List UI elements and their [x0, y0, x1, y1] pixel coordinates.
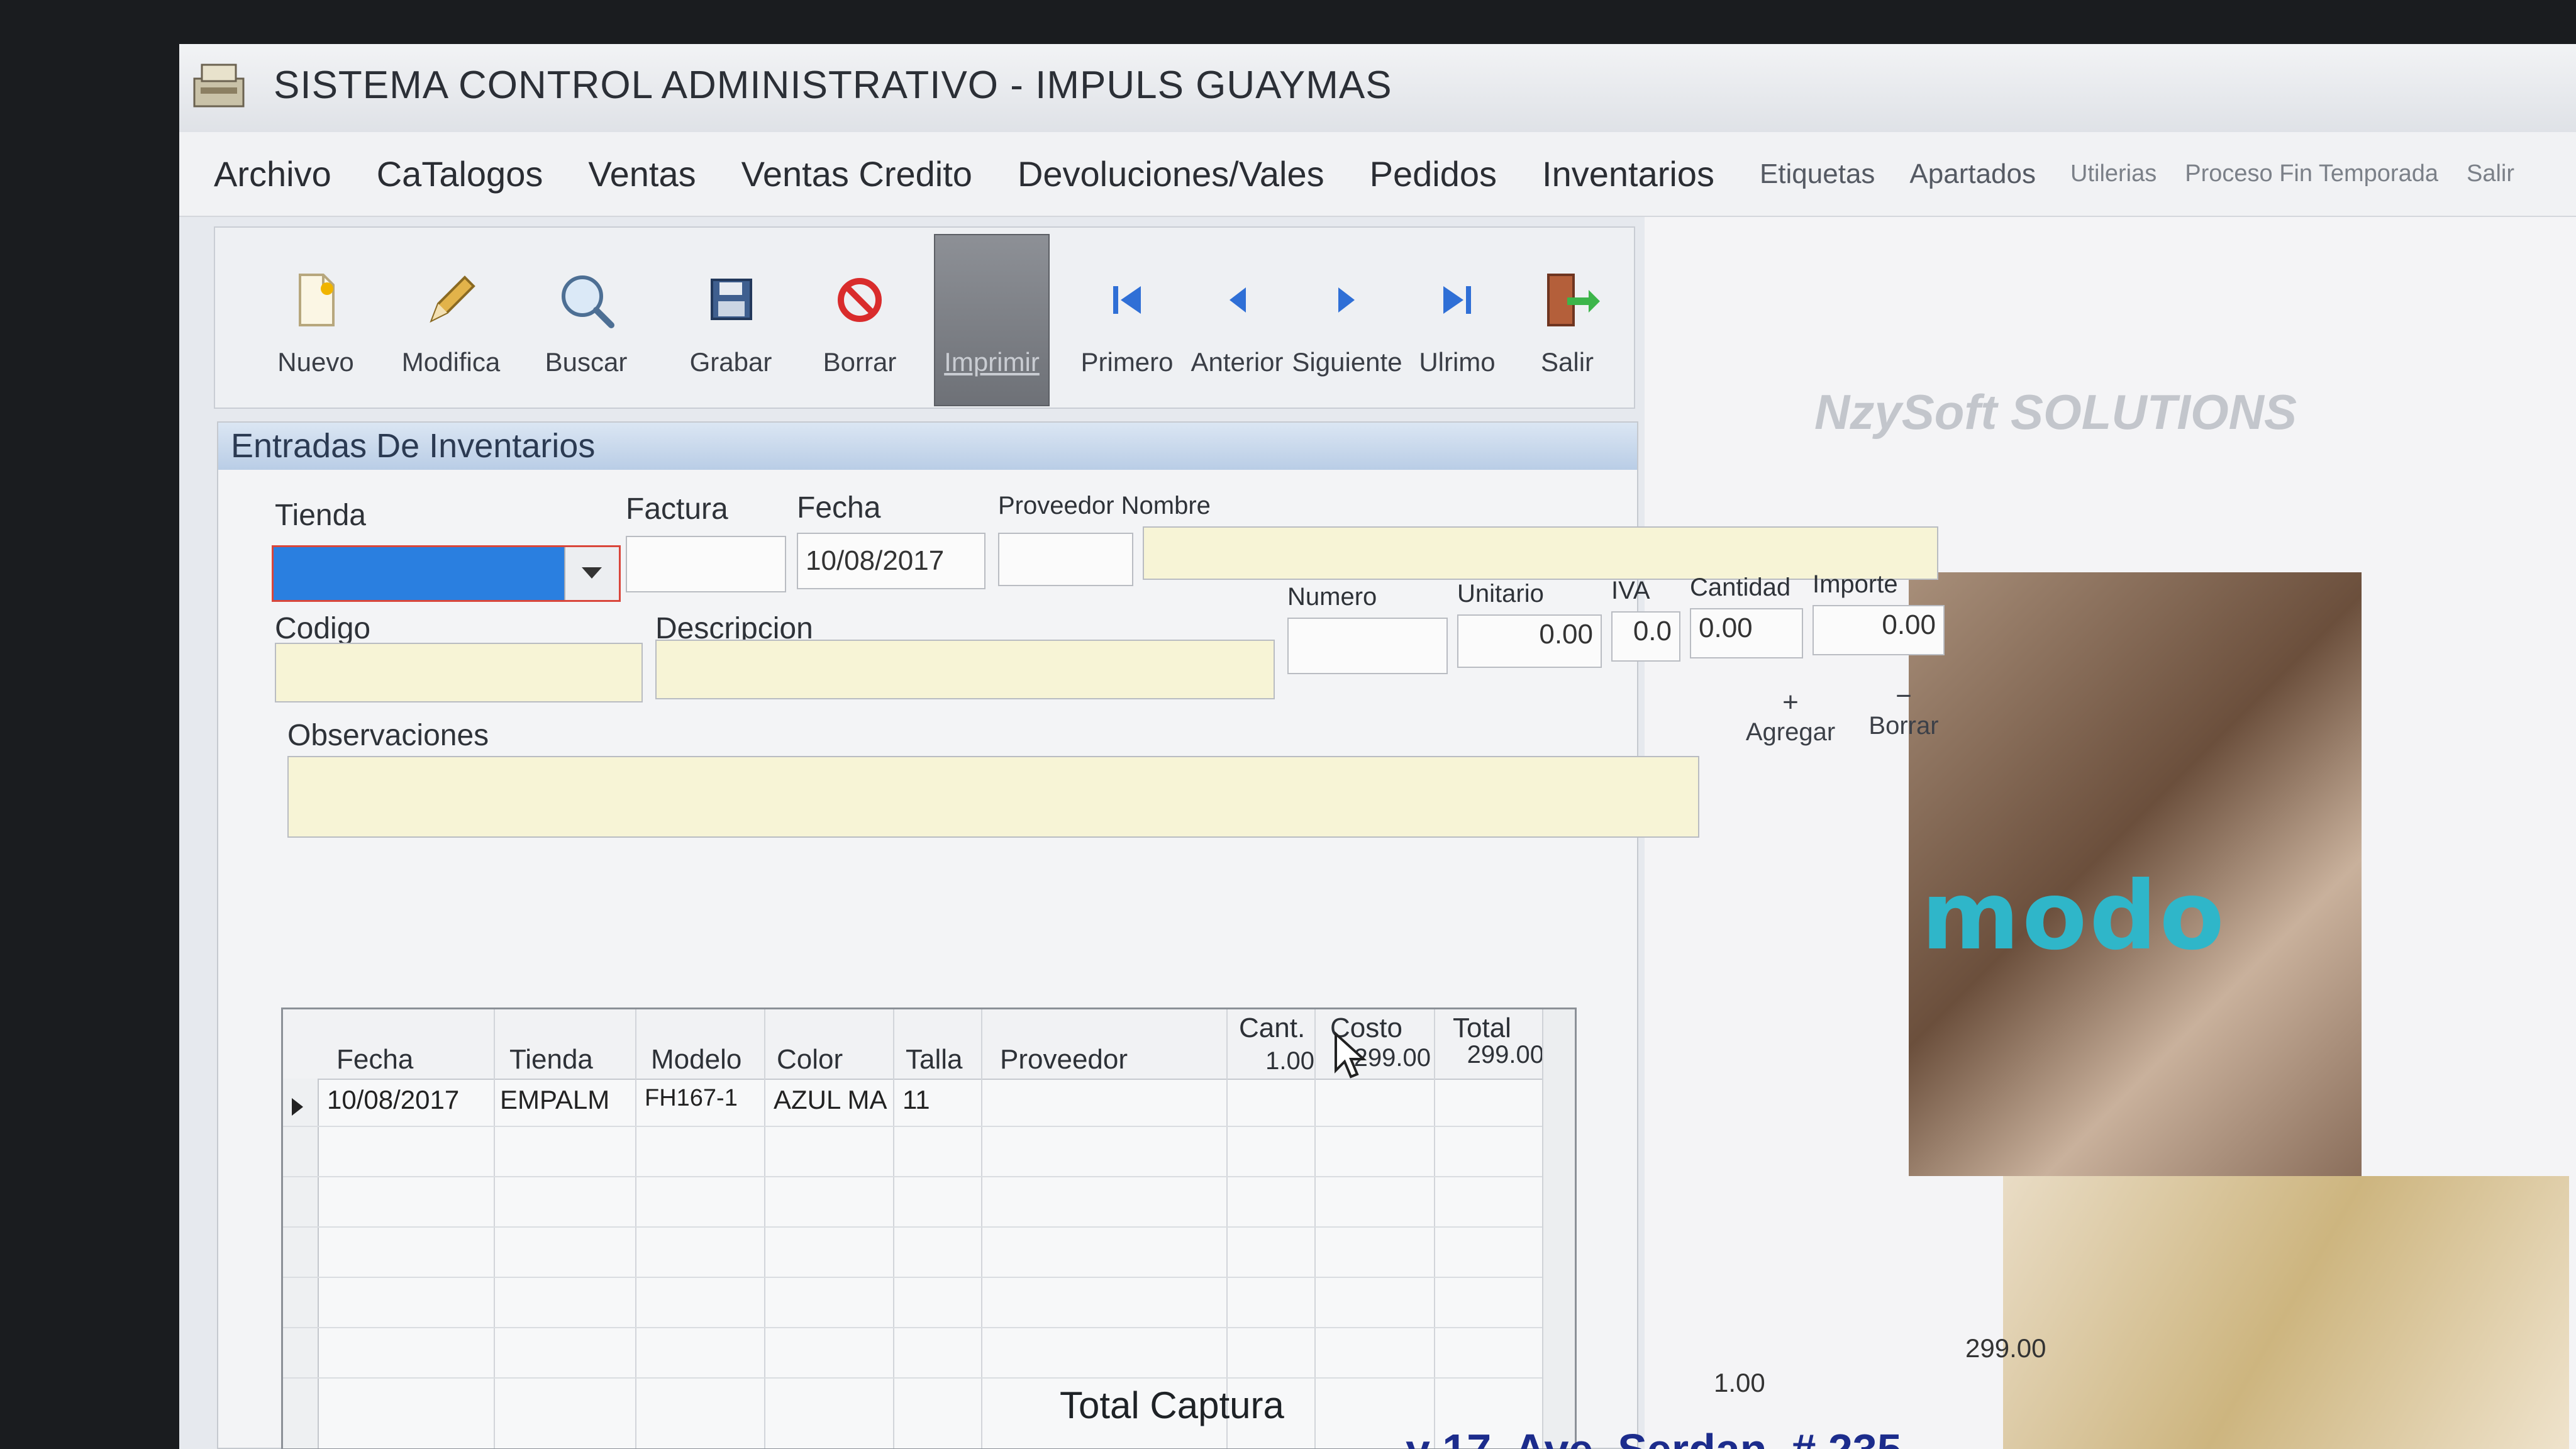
menu-catalogos[interactable]: CaTalogos [377, 153, 543, 194]
numero-field[interactable] [1287, 618, 1448, 674]
factura-field[interactable] [626, 536, 786, 592]
menu-utilerias[interactable]: Utilerias [2070, 160, 2157, 187]
plus-icon: + [1782, 687, 1799, 718]
cantidad-field[interactable]: 0.00 [1690, 608, 1803, 658]
tienda-label: Tienda [275, 499, 366, 532]
siguiente-button[interactable]: Siguiente [1284, 228, 1410, 410]
grid-vertical-scrollbar[interactable] [1542, 1009, 1575, 1448]
tienda-select[interactable] [272, 545, 621, 602]
proveedor-nombre-label: Proveedor Nombre [998, 492, 1211, 519]
delete-prohibited-icon [838, 278, 882, 322]
col-cant[interactable]: Cant. [1239, 1013, 1305, 1044]
total-importe: 299.00 [1965, 1333, 2046, 1363]
fecha-field[interactable]: 10/08/2017 [797, 533, 985, 589]
menu-bar: Archivo CaTalogos Ventas Ventas Credito … [179, 132, 2576, 217]
codigo-field[interactable] [275, 643, 643, 702]
proveedor-field[interactable] [998, 533, 1133, 586]
inventory-entry-panel: Entradas De Inventarios Tienda Factura F… [217, 421, 1945, 1449]
grid-cant-value: 1.00 [1265, 1047, 1314, 1075]
screen: SISTEMA CONTROL ADMINISTRATIVO - IMPULS … [179, 44, 2576, 1449]
mouse-pointer-icon [1335, 1031, 1367, 1079]
window-title: SISTEMA CONTROL ADMINISTRATIVO - IMPULS … [274, 64, 1392, 107]
grabar-button[interactable]: Grabar [668, 228, 794, 410]
entries-grid[interactable]: Fecha Tienda Modelo Color Talla Proveedo… [281, 1008, 1577, 1449]
importe-label: Importe [1813, 570, 1898, 598]
col-total[interactable]: Total [1453, 1013, 1511, 1044]
agregar-button[interactable]: + Agregar [1740, 687, 1841, 747]
anterior-button[interactable]: Anterior [1174, 228, 1300, 410]
panel-title: Entradas De Inventarios [218, 423, 1637, 470]
imprimir-button[interactable]: Imprimir [929, 228, 1055, 410]
chevron-down-icon [582, 567, 602, 579]
iva-label: IVA [1611, 577, 1650, 604]
edit-pencil-icon [430, 275, 475, 323]
menu-salir[interactable]: Salir [2467, 160, 2514, 187]
numero-label: Numero [1287, 583, 1377, 611]
previous-record-icon [1230, 287, 1246, 313]
descripcion-field[interactable] [655, 640, 1275, 699]
cantidad-label: Cantidad [1690, 574, 1791, 601]
title-bar: SISTEMA CONTROL ADMINISTRATIVO - IMPULS … [179, 44, 2576, 133]
brand-logo-text: NzySoft SOLUTIONS [1814, 384, 2297, 440]
modifica-button[interactable]: Modifica [388, 228, 514, 410]
last-record-icon [1443, 286, 1471, 314]
col-color[interactable]: Color [777, 1044, 843, 1075]
current-row-indicator-icon [292, 1098, 303, 1116]
menu-devoluciones-vales[interactable]: Devoluciones/Vales [1018, 153, 1324, 194]
col-talla[interactable]: Talla [906, 1044, 963, 1075]
first-record-icon [1113, 286, 1141, 314]
col-fecha[interactable]: Fecha [336, 1044, 413, 1075]
row-tienda: EMPALM [500, 1085, 610, 1114]
new-document-icon [299, 274, 335, 326]
iva-field[interactable]: 0.0 [1611, 611, 1680, 662]
menu-inventarios[interactable]: Inventarios [1542, 153, 1714, 194]
codigo-label: Codigo [275, 612, 371, 645]
exit-door-icon [1547, 274, 1600, 326]
search-icon [562, 275, 614, 328]
address-text: y 17, Ave. Serdan. # 235 [1406, 1424, 1902, 1449]
row-modelo: FH167-1 [645, 1085, 738, 1111]
imprimir-button-face [934, 234, 1050, 406]
unitario-field[interactable]: 0.00 [1457, 614, 1602, 668]
menu-pedidos[interactable]: Pedidos [1370, 153, 1497, 194]
fashion-photo-secondary [2003, 1176, 2569, 1449]
grid-header: Fecha Tienda Modelo Color Talla Proveedo… [283, 1009, 1575, 1080]
ad-word: modo [1921, 862, 2227, 971]
save-disk-icon [711, 279, 752, 320]
total-cantidad: 1.00 [1714, 1368, 1765, 1397]
total-captura-label: Total Captura [1060, 1384, 1284, 1426]
importe-field[interactable]: 0.00 [1813, 605, 1945, 655]
fecha-label: Fecha [797, 491, 881, 525]
ultimo-button[interactable]: Ulrimo [1394, 228, 1520, 410]
row-header-column [283, 1079, 319, 1448]
app-icon [193, 64, 245, 108]
primero-button[interactable]: Primero [1064, 228, 1190, 410]
next-record-icon [1338, 287, 1355, 313]
borrar-button[interactable]: Borrar [797, 228, 923, 410]
salir-button[interactable]: Salir [1504, 228, 1630, 410]
observaciones-field[interactable] [287, 756, 1699, 838]
toolbar: Nuevo Modifica Buscar Grabar Borrar Impr… [214, 226, 1635, 409]
borrar-linea-button[interactable]: − Borrar [1853, 680, 1954, 740]
menu-apartados[interactable]: Apartados [1909, 158, 2036, 190]
col-tienda[interactable]: Tienda [509, 1044, 593, 1075]
menu-ventas[interactable]: Ventas [588, 153, 696, 194]
menu-proceso-fin-temporada[interactable]: Proceso Fin Temporada [2185, 160, 2438, 187]
row-talla: 11 [902, 1085, 930, 1114]
col-modelo[interactable]: Modelo [651, 1044, 741, 1075]
menu-ventas-credito[interactable]: Ventas Credito [741, 153, 972, 194]
col-proveedor[interactable]: Proveedor [1000, 1044, 1128, 1075]
nuevo-button[interactable]: Nuevo [253, 228, 379, 410]
row-color: AZUL MA [774, 1085, 887, 1114]
buscar-button[interactable]: Buscar [523, 228, 649, 410]
observaciones-label: Observaciones [287, 719, 489, 752]
menu-archivo[interactable]: Archivo [214, 153, 331, 194]
grid-total-value: 299.00 [1467, 1041, 1544, 1069]
row-fecha: 10/08/2017 [327, 1085, 460, 1114]
factura-label: Factura [626, 492, 728, 526]
tienda-dropdown-button[interactable] [564, 547, 619, 600]
menu-etiquetas[interactable]: Etiquetas [1760, 158, 1875, 190]
unitario-label: Unitario [1457, 580, 1544, 608]
minus-icon: − [1896, 680, 1912, 711]
